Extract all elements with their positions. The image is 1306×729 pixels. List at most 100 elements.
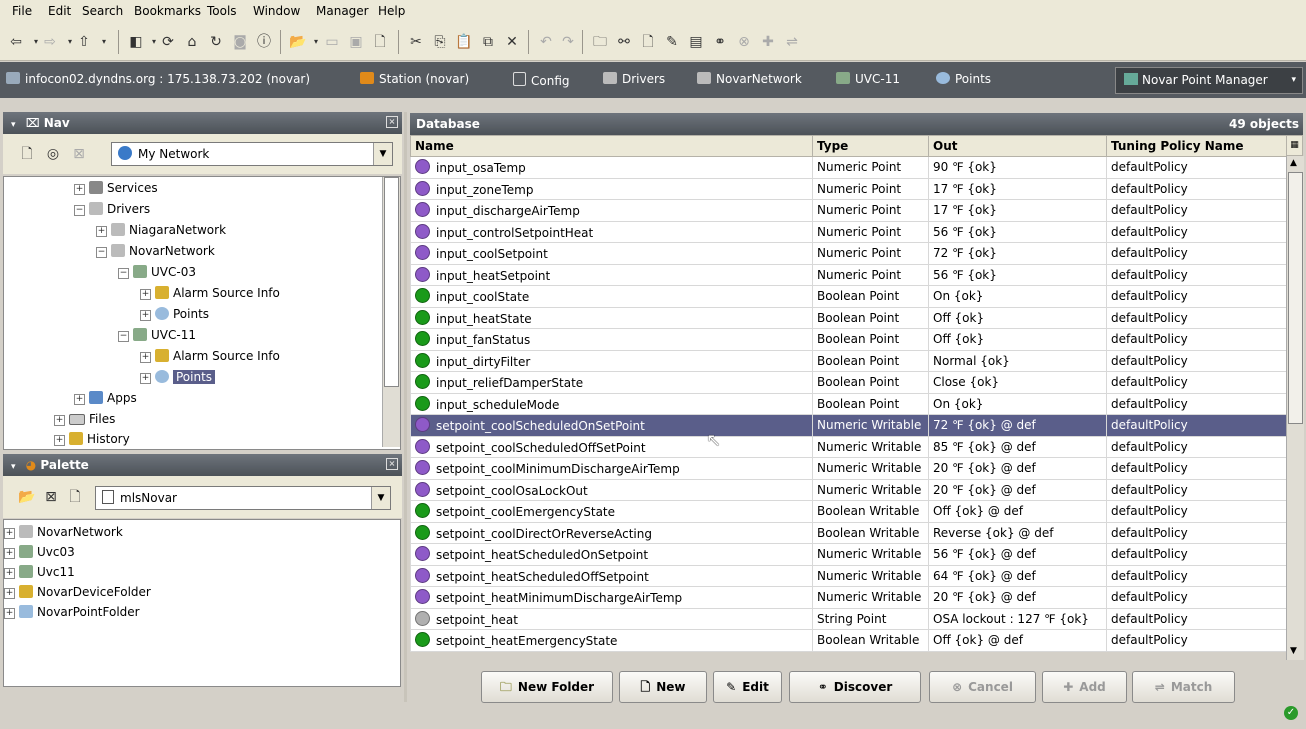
edit-button[interactable]: ✎ Edit	[713, 671, 782, 703]
scroll-down-icon[interactable]: ▼	[1290, 646, 1297, 656]
tree-item-points[interactable]: + Points	[140, 304, 209, 324]
up-level-icon[interactable]: ⇧	[74, 32, 94, 52]
tree-item-uvc-11[interactable]: − UVC-11	[118, 325, 196, 345]
home-icon[interactable]: ⌂	[182, 32, 202, 52]
expand-icon[interactable]: +	[4, 568, 15, 579]
tree-item-uvc-03[interactable]: − UVC-03	[118, 262, 196, 282]
table-row[interactable]: input_coolSetpoint Numeric Point 72 ℉ {ok}…	[410, 242, 1287, 265]
new-folder-tool-icon[interactable]: 🗀	[590, 32, 610, 52]
sync-icon[interactable]: ◎	[43, 144, 63, 164]
copy-icon[interactable]: ⎘	[430, 32, 450, 52]
column-header-name[interactable]: Name	[410, 135, 813, 157]
reload-icon[interactable]: ↻	[206, 32, 226, 52]
table-row[interactable]: input_zoneTemp Numeric Point 17 ℉ {ok} defa…	[410, 177, 1287, 200]
table-row[interactable]: setpoint_coolScheduledOnSetPoint Numeric …	[410, 414, 1287, 437]
table-row[interactable]: setpoint_heat String Point OSA lockout : 1…	[410, 607, 1287, 630]
scroll-up-icon[interactable]: ▲	[1290, 158, 1297, 168]
table-row[interactable]: setpoint_heatScheduledOnSetpoint Numeric …	[410, 543, 1287, 566]
table-row[interactable]: setpoint_coolDirectOrReverseActing Boolea…	[410, 521, 1287, 544]
menu-search[interactable]: Search	[82, 4, 123, 18]
add-button[interactable]: ✚ Add	[1042, 671, 1127, 703]
table-row[interactable]: setpoint_heatEmergencyState Boolean Writa…	[410, 629, 1287, 652]
expand-icon[interactable]: +	[140, 310, 151, 321]
tree-item-apps[interactable]: + Apps	[74, 388, 137, 408]
collapse-icon[interactable]: ▾	[11, 462, 16, 472]
spy-icon[interactable]: ◙	[230, 32, 250, 52]
locator-host[interactable]: infocon02.dyndns.org : 175.138.73.202 (n…	[6, 72, 310, 86]
new-folder-button[interactable]: 🗀 New Folder	[481, 671, 613, 703]
menu-bookmarks[interactable]: Bookmarks	[134, 4, 201, 18]
forward-icon[interactable]: ⇨	[40, 32, 60, 52]
open-folder-icon[interactable]: 📂	[288, 32, 308, 52]
expand-icon[interactable]: +	[74, 184, 85, 195]
new-button[interactable]: 🗋 New	[619, 671, 707, 703]
scroll-thumb[interactable]	[384, 177, 399, 387]
tree-item-history[interactable]: + History	[54, 429, 130, 449]
tree-item-alarm-source-info[interactable]: + Alarm Source Info	[140, 283, 280, 303]
cancel-tool-icon[interactable]: ⊗	[734, 32, 754, 52]
menu-manager[interactable]: Manager	[316, 4, 369, 18]
column-chooser-icon[interactable]: ▦	[1286, 135, 1303, 156]
column-header-type[interactable]: Type	[812, 135, 929, 157]
table-scrollbar[interactable]: ▲ ▼	[1286, 156, 1304, 660]
close-icon[interactable]: ×	[386, 116, 398, 128]
view-selector[interactable]: Novar Point Manager ▾	[1115, 67, 1303, 94]
table-row[interactable]: setpoint_coolMinimumDischargeAirTemp Nume…	[410, 457, 1287, 480]
tree-item-files[interactable]: + Files	[54, 409, 115, 429]
table-tool-icon[interactable]: ▤	[686, 32, 706, 52]
palette-item-novarpointfolder[interactable]: + NovarPointFolder	[4, 602, 140, 622]
palette-module-select[interactable]: mlsNovar ▼	[95, 486, 391, 510]
table-row[interactable]: input_dirtyFilter Boolean Point Normal {ok…	[410, 349, 1287, 372]
expand-icon[interactable]: +	[140, 373, 151, 384]
expand-icon[interactable]: +	[4, 608, 15, 619]
tree-item-alarm-source-info[interactable]: + Alarm Source Info	[140, 346, 280, 366]
table-row[interactable]: setpoint_heatScheduledOffSetpoint Numeric…	[410, 564, 1287, 587]
discover-button[interactable]: ⚭ Discover	[789, 671, 921, 703]
table-row[interactable]: input_fanStatus Boolean Point Off {ok} defa…	[410, 328, 1287, 351]
chevron-down-icon[interactable]: ▼	[373, 143, 392, 165]
tree-item-novarnetwork[interactable]: − NovarNetwork	[96, 241, 215, 261]
nav-scrollbar[interactable]	[382, 177, 400, 447]
column-header-out[interactable]: Out	[928, 135, 1107, 157]
new-tool-icon[interactable]: 🗋	[638, 32, 658, 52]
table-row[interactable]: setpoint_heatMinimumDischargeAirTemp Nume…	[410, 586, 1287, 609]
info-icon[interactable]: ⓘ	[254, 32, 274, 52]
new-tab-icon[interactable]: 🗋	[17, 144, 37, 164]
locator-device[interactable]: UVC-11	[836, 72, 900, 86]
back-icon[interactable]: ⇦	[6, 32, 26, 52]
table-row[interactable]: setpoint_coolScheduledOffSetPoint Numeric…	[410, 435, 1287, 458]
close-icon[interactable]: ×	[386, 458, 398, 470]
cut-icon[interactable]: ✂	[406, 32, 426, 52]
expand-icon[interactable]: +	[4, 588, 15, 599]
table-row[interactable]: input_reliefDamperState Boolean Point Clos…	[410, 371, 1287, 394]
palette-item-novarnetwork[interactable]: + NovarNetwork	[4, 522, 123, 542]
table-row[interactable]: input_dischargeAirTemp Numeric Point 17 ℉ …	[410, 199, 1287, 222]
table-row[interactable]: input_scheduleMode Boolean Point On {ok} de…	[410, 392, 1287, 415]
expand-icon[interactable]: +	[74, 394, 85, 405]
tree-item-points-selected[interactable]: + Points	[140, 367, 216, 387]
collapse-icon[interactable]: −	[96, 247, 107, 258]
side-bar-icon[interactable]: ◧	[126, 32, 146, 52]
scroll-thumb[interactable]	[1288, 172, 1303, 424]
table-row[interactable]: input_heatSetpoint Numeric Point 56 ℉ {ok}…	[410, 263, 1287, 286]
collapse-icon[interactable]: ▾	[11, 120, 16, 130]
expand-icon[interactable]: +	[140, 289, 151, 300]
match-tool-icon[interactable]: ⇌	[782, 32, 802, 52]
menu-window[interactable]: Window	[253, 4, 300, 18]
collapse-icon[interactable]: −	[118, 268, 129, 279]
column-header-tuning-policy[interactable]: Tuning Policy Name	[1106, 135, 1287, 157]
collapse-icon[interactable]: −	[118, 331, 129, 342]
tree-item-drivers[interactable]: − Drivers	[74, 199, 150, 219]
locator-network[interactable]: NovarNetwork	[697, 72, 802, 86]
menu-file[interactable]: File	[12, 4, 32, 18]
close-tree-icon[interactable]: ⊠	[69, 144, 89, 164]
expand-icon[interactable]: +	[96, 226, 107, 237]
cancel-button[interactable]: ⊗ Cancel	[929, 671, 1036, 703]
locator-points[interactable]: Points	[936, 72, 991, 86]
match-button[interactable]: ⇌ Match	[1132, 671, 1235, 703]
refresh-icon[interactable]: ⟳	[158, 32, 178, 52]
discover-tool-icon[interactable]: ⚭	[710, 32, 730, 52]
save-icon[interactable]: ▭	[322, 32, 342, 52]
add-tool-icon[interactable]: ✚	[758, 32, 778, 52]
palette-item-uvc11[interactable]: + Uvc11	[4, 562, 75, 582]
